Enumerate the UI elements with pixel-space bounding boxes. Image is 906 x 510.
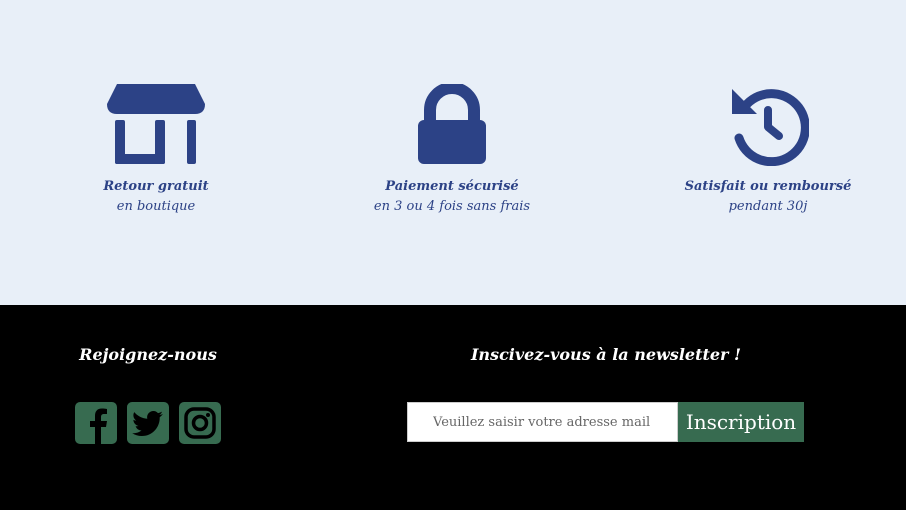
twitter-icon	[132, 411, 163, 436]
feature-satisfaction: Satisfait ou remboursé pendant 30j	[638, 84, 898, 217]
newsletter-title: Inscivez-vous à la newsletter !	[470, 345, 742, 364]
twitter-link[interactable]	[127, 402, 169, 444]
feature-title: Satisfait ou remboursé	[684, 179, 852, 194]
feature-subtitle: en boutique	[116, 199, 196, 214]
feature-free-return: Retour gratuit en boutique	[26, 84, 286, 217]
feature-subtitle: pendant 30j	[728, 199, 808, 214]
store-icon	[107, 84, 205, 164]
feature-secure-payment: Paiement sécurisé en 3 ou 4 fois sans fr…	[322, 84, 582, 217]
subscribe-button[interactable]: Inscription	[678, 402, 804, 442]
history-icon	[732, 89, 809, 166]
join-us-title: Rejoignez-nous	[79, 345, 217, 364]
feature-title: Paiement sécurisé	[385, 179, 519, 194]
facebook-icon	[90, 408, 107, 444]
instagram-icon	[184, 407, 216, 439]
newsletter-form: Inscription	[407, 402, 804, 442]
footer: Rejoignez-nous Inscivez-vous à la newsle…	[0, 305, 906, 510]
facebook-link[interactable]	[75, 402, 117, 444]
email-input[interactable]	[407, 402, 678, 442]
feature-title: Retour gratuit	[103, 179, 209, 194]
feature-subtitle: en 3 ou 4 fois sans frais	[373, 199, 531, 214]
lock-icon	[418, 84, 486, 164]
instagram-link[interactable]	[179, 402, 221, 444]
features-section: Retour gratuit en boutique Paiement sécu…	[0, 0, 906, 305]
